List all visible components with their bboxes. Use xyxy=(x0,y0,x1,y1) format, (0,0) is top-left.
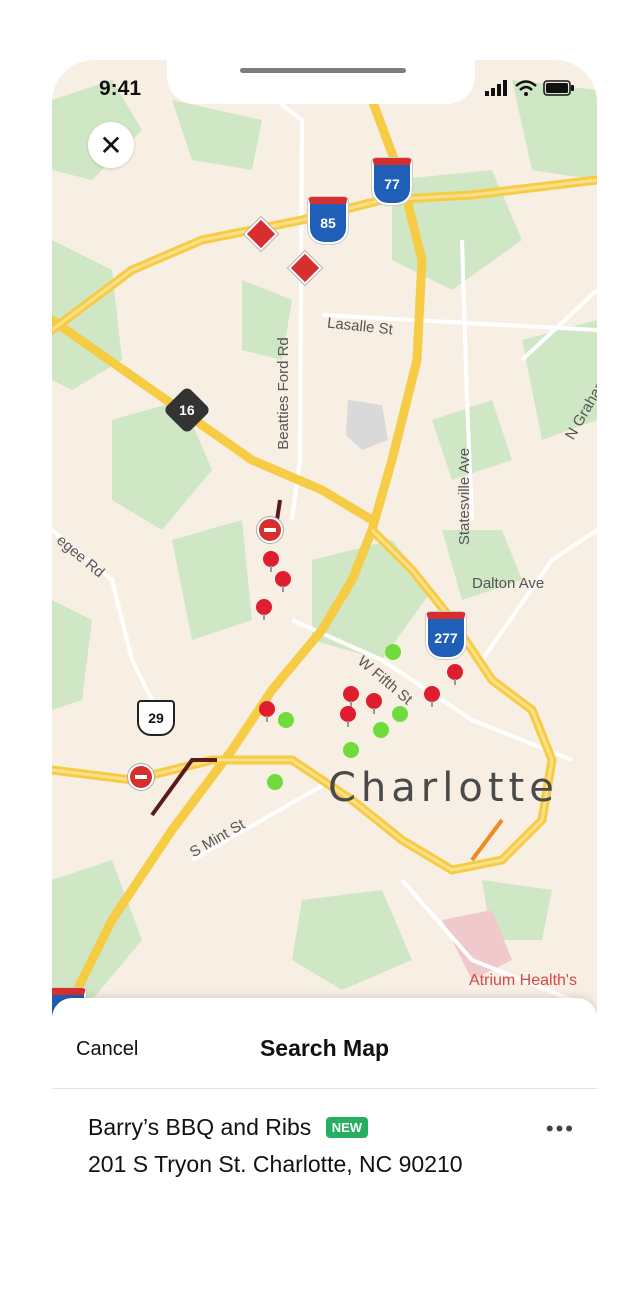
road-closed-icon[interactable] xyxy=(257,517,283,543)
ellipsis-icon: ••• xyxy=(545,1116,575,1141)
city-label: Charlotte xyxy=(328,765,559,811)
street-label-statesville: Statesville Ave xyxy=(456,447,474,546)
map-pin-red[interactable] xyxy=(447,664,463,685)
new-badge: NEW xyxy=(325,1117,369,1138)
status-time: 9:41 xyxy=(99,77,142,100)
map-pin-green[interactable] xyxy=(373,722,389,738)
map-pin-red[interactable] xyxy=(256,599,272,620)
phone-screen: Lasalle St Beatties Ford Rd Statesville … xyxy=(52,60,597,1300)
map-pin-red[interactable] xyxy=(424,686,440,707)
road-closed-icon[interactable] xyxy=(128,764,154,790)
close-button[interactable]: ✕ xyxy=(88,122,134,168)
map-pin-green[interactable] xyxy=(392,706,408,722)
street-label-dalton: Dalton Ave xyxy=(472,575,545,592)
us-29-shield: 29 xyxy=(137,700,175,736)
signal-icon xyxy=(485,80,507,96)
wifi-icon xyxy=(515,80,537,96)
result-address: 201 S Tryon St. Charlotte, NC 90210 xyxy=(88,1151,463,1177)
interstate-77-shield: 77 xyxy=(372,158,412,205)
more-options-button[interactable]: ••• xyxy=(546,1116,575,1142)
search-sheet: Cancel Search Map Barry’s BBQ and Ribs N… xyxy=(52,998,597,1300)
map-pin-red[interactable] xyxy=(343,686,359,707)
map-pin-green[interactable] xyxy=(278,712,294,728)
battery-icon xyxy=(543,80,574,96)
search-result-item[interactable]: Barry’s BBQ and Ribs NEW 201 S Tryon St.… xyxy=(88,1114,558,1178)
status-icons xyxy=(485,80,575,96)
map-pin-red[interactable] xyxy=(340,706,356,727)
map-view[interactable]: Lasalle St Beatties Ford Rd Statesville … xyxy=(52,60,597,1035)
interstate-277-shield: 277 xyxy=(426,612,466,659)
close-icon: ✕ xyxy=(99,129,123,161)
map-pin-green[interactable] xyxy=(267,774,283,790)
interstate-85-shield: 85 xyxy=(308,197,348,244)
notch-indicator xyxy=(240,68,406,73)
sheet-title: Search Map xyxy=(259,1035,390,1061)
map-pin-red[interactable] xyxy=(366,693,382,714)
result-name: Barry’s BBQ and Ribs xyxy=(88,1114,312,1140)
device-notch xyxy=(167,60,475,104)
divider xyxy=(52,1088,597,1089)
map-pin-green[interactable] xyxy=(343,742,359,758)
map-pin-green[interactable] xyxy=(385,644,401,660)
street-label-beatties-ford: Beatties Ford Rd xyxy=(274,337,292,450)
map-pin-red[interactable] xyxy=(275,571,291,592)
map-pin-red[interactable] xyxy=(259,701,275,722)
map-pin-red[interactable] xyxy=(263,551,279,572)
poi-label: Atrium Health's xyxy=(469,972,577,989)
